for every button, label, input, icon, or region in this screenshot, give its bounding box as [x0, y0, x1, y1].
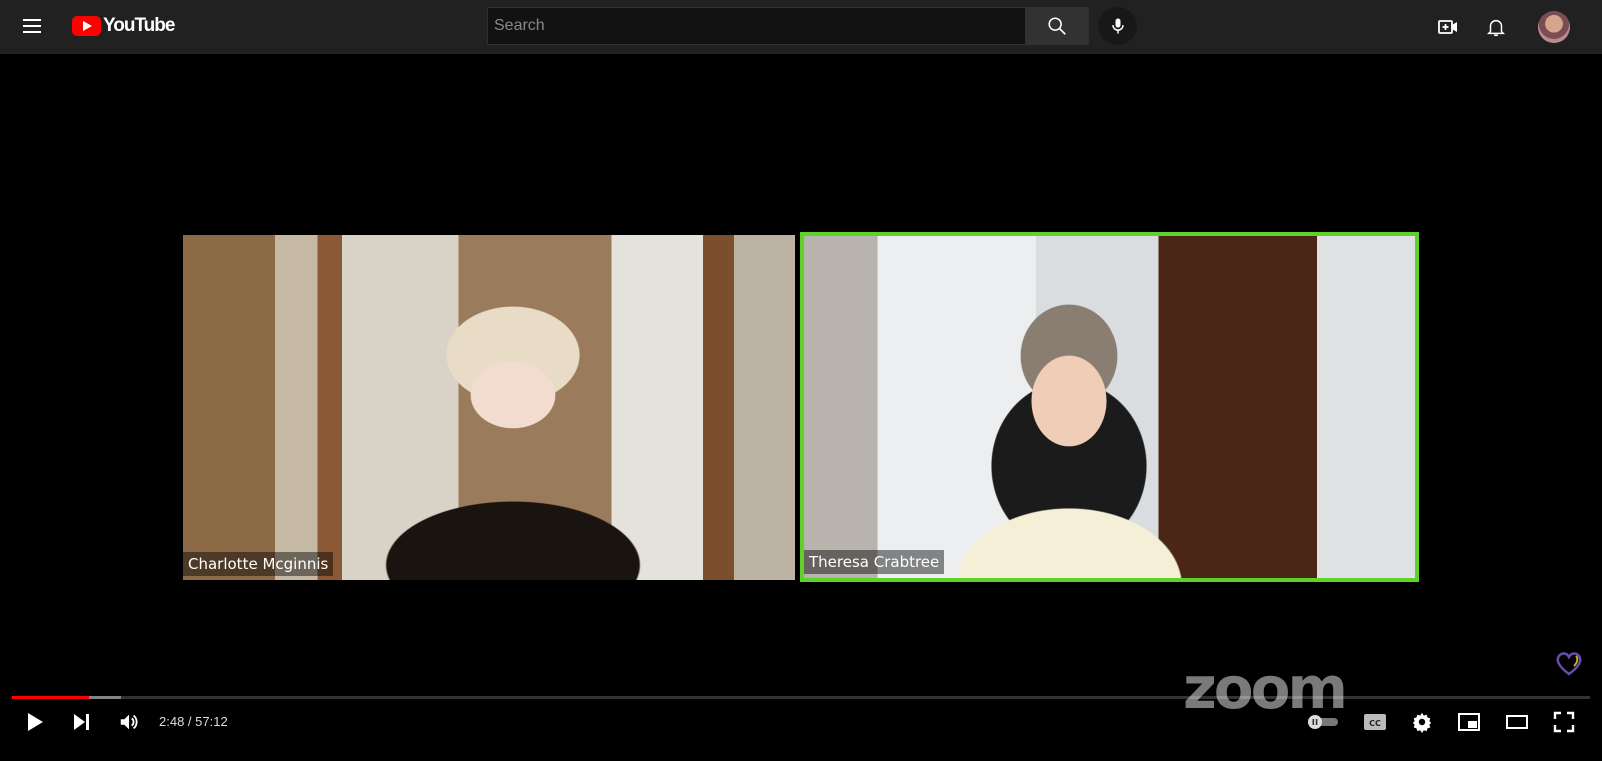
- volume-icon: [120, 714, 138, 730]
- participant-video-tile: Charlotte Mcginnis: [183, 235, 795, 580]
- search-icon: [1048, 17, 1066, 35]
- heart-logo-icon: [1556, 652, 1582, 676]
- skip-next-icon: [74, 714, 89, 730]
- youtube-logo[interactable]: YouTube: [72, 15, 175, 37]
- fullscreen-icon: [1553, 711, 1575, 733]
- mic-icon: [1111, 18, 1124, 34]
- participant-name-label: Theresa Crabtree: [804, 550, 945, 574]
- play-icon: [28, 713, 43, 731]
- participant-name-label: Charlotte Mcginnis: [183, 552, 334, 576]
- progress-bar[interactable]: [12, 696, 1590, 699]
- miniplayer-button[interactable]: [1454, 707, 1484, 737]
- theater-mode-icon: [1506, 715, 1528, 729]
- closed-captions-icon: CC: [1364, 714, 1386, 730]
- youtube-play-logo-icon: [72, 16, 101, 36]
- menu-icon[interactable]: [20, 14, 44, 38]
- active-speaker-video-tile: Theresa Crabtree: [800, 232, 1419, 582]
- gear-icon: [1412, 712, 1432, 733]
- masthead: YouTube: [0, 0, 1602, 54]
- create-video-button[interactable]: [1434, 13, 1462, 41]
- search-input[interactable]: [488, 8, 1026, 44]
- time-display: 2:48 / 57:12: [159, 714, 228, 729]
- avatar[interactable]: [1538, 11, 1570, 43]
- notifications-button[interactable]: [1482, 13, 1510, 41]
- autoplay-toggle-icon: [1308, 715, 1338, 729]
- voice-search-button[interactable]: [1098, 7, 1137, 45]
- miniplayer-icon: [1458, 713, 1480, 731]
- logo-text: YouTube: [103, 15, 175, 36]
- next-button[interactable]: [66, 707, 96, 737]
- create-video-icon: [1438, 20, 1457, 34]
- fullscreen-button[interactable]: [1549, 707, 1579, 737]
- subtitles-button[interactable]: CC: [1360, 707, 1390, 737]
- notifications-bell-icon: [1486, 19, 1506, 37]
- video-player[interactable]: Charlotte Mcginnis Theresa Crabtree zoom…: [0, 54, 1602, 761]
- progress-played: [12, 696, 90, 699]
- theater-mode-button[interactable]: [1502, 707, 1532, 737]
- search-box: [487, 7, 1026, 45]
- settings-button[interactable]: [1407, 707, 1437, 737]
- play-button[interactable]: [20, 707, 50, 737]
- autoplay-toggle[interactable]: [1305, 707, 1341, 737]
- svg-text:CC: CC: [1369, 719, 1381, 728]
- search-button[interactable]: [1025, 7, 1089, 45]
- mute-button[interactable]: [114, 707, 144, 737]
